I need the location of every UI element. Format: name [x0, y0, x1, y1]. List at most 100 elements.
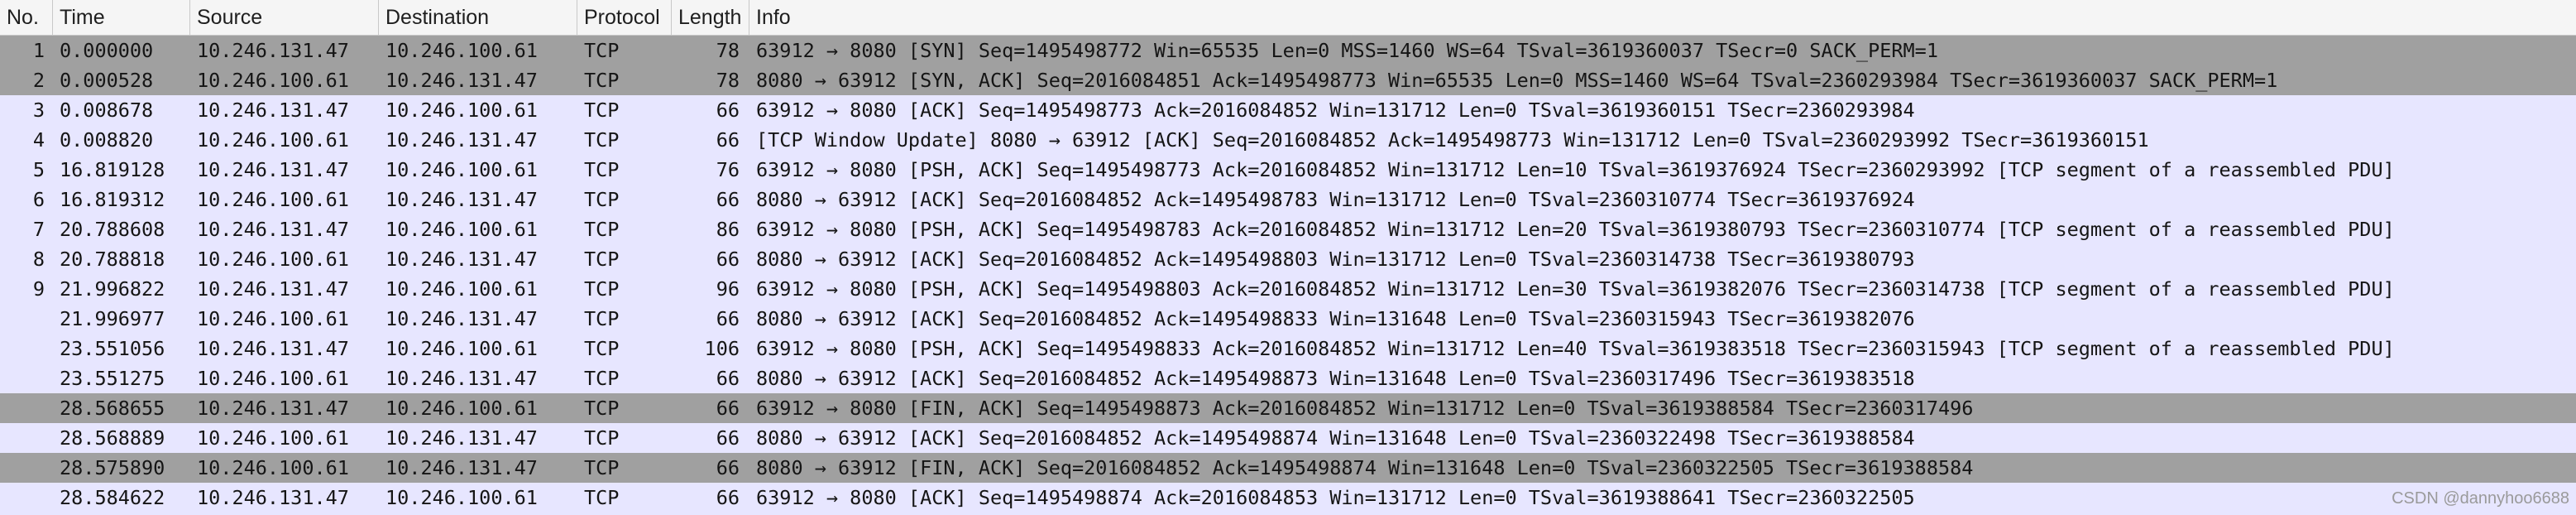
packet-time: 21.996822	[60, 277, 165, 301]
packet-destination: 10.246.100.61	[385, 158, 538, 181]
packet-time: 16.819128	[60, 158, 165, 181]
column-header-no[interactable]: No.	[0, 0, 53, 35]
packet-destination: 10.246.131.47	[385, 188, 538, 211]
packet-protocol: TCP	[584, 99, 620, 122]
column-header-length[interactable]: Length	[672, 0, 749, 35]
packet-protocol: TCP	[584, 277, 620, 301]
packet-protocol: TCP	[584, 128, 620, 152]
column-header-time[interactable]: Time	[53, 0, 190, 35]
packet-time: 28.584622	[60, 486, 165, 509]
packet-time: 16.819312	[60, 188, 165, 211]
packet-length: 106	[704, 337, 740, 360]
packet-protocol: TCP	[584, 456, 620, 479]
packet-protocol: TCP	[584, 397, 620, 420]
packet-row[interactable]: 28.575890 10.246.100.61 10.246.131.47 TCP 66…	[0, 453, 2576, 483]
packet-info: 8080 → 63912 [ACK] Seq=2016084852 Ack=14…	[756, 307, 1915, 330]
packet-source: 10.246.131.47	[197, 486, 349, 509]
packet-source: 10.246.100.61	[197, 307, 349, 330]
packet-info: 63912 → 8080 [SYN] Seq=1495498772 Win=65…	[756, 39, 1938, 62]
packet-destination: 10.246.100.61	[385, 218, 538, 241]
packet-source: 10.246.131.47	[197, 277, 349, 301]
column-header-source[interactable]: Source	[190, 0, 379, 35]
packet-row[interactable]: 28.584622 10.246.131.47 10.246.100.61 TCP 66…	[0, 483, 2576, 513]
packet-source: 10.246.131.47	[197, 397, 349, 420]
packet-info: 63912 → 8080 [ACK] Seq=1495498773 Ack=20…	[756, 99, 1915, 122]
packet-info: 8080 → 63912 [ACK] Seq=2016084852 Ack=14…	[756, 367, 1915, 390]
packet-info: 63912 → 8080 [ACK] Seq=1495498874 Ack=20…	[756, 486, 1915, 509]
packet-length: 86	[716, 218, 740, 241]
packet-info: 8080 → 63912 [SYN, ACK] Seq=2016084851 A…	[756, 69, 2278, 92]
packet-row[interactable]: 8 20.788818 10.246.100.61 10.246.131.47 TCP 6…	[0, 244, 2576, 274]
packet-protocol: TCP	[584, 337, 620, 360]
packet-time: 0.000528	[60, 69, 154, 92]
packet-length: 66	[716, 248, 740, 271]
packet-length: 66	[716, 128, 740, 152]
packet-destination: 10.246.100.61	[385, 486, 538, 509]
packet-destination: 10.246.131.47	[385, 128, 538, 152]
packet-source: 10.246.100.61	[197, 426, 349, 450]
packet-length: 66	[716, 486, 740, 509]
packet-list: 1 0.000000 10.246.131.47 10.246.100.61 TCP 78…	[0, 36, 2576, 513]
packet-protocol: TCP	[584, 367, 620, 390]
packet-row[interactable]: 3 0.008678 10.246.131.47 10.246.100.61 TCP 66…	[0, 95, 2576, 125]
packet-row[interactable]: 4 0.008820 10.246.100.61 10.246.131.47 TCP 66…	[0, 125, 2576, 155]
packet-time: 0.000000	[60, 39, 154, 62]
packet-no: 6	[32, 188, 45, 211]
packet-source: 10.246.100.61	[197, 248, 349, 271]
packet-length: 66	[716, 456, 740, 479]
packet-info: 63912 → 8080 [PSH, ACK] Seq=1495498773 A…	[756, 158, 2395, 181]
column-header-info[interactable]: Info	[749, 0, 2576, 35]
packet-source: 10.246.131.47	[197, 158, 349, 181]
packet-row[interactable]: 28.568655 10.246.131.47 10.246.100.61 TCP 66…	[0, 393, 2576, 423]
packet-destination: 10.246.100.61	[385, 337, 538, 360]
packet-protocol: TCP	[584, 39, 620, 62]
packet-destination: 10.246.100.61	[385, 277, 538, 301]
packet-destination: 10.246.131.47	[385, 456, 538, 479]
packet-info: 8080 → 63912 [FIN, ACK] Seq=2016084852 A…	[756, 456, 1974, 479]
packet-source: 10.246.131.47	[197, 99, 349, 122]
packet-row[interactable]: 2 0.000528 10.246.100.61 10.246.131.47 TCP 78…	[0, 65, 2576, 95]
column-header-protocol[interactable]: Protocol	[577, 0, 672, 35]
packet-no: 1	[32, 39, 45, 62]
packet-source: 10.246.100.61	[197, 367, 349, 390]
packet-row[interactable]: 21.996977 10.246.100.61 10.246.131.47 TCP 66…	[0, 304, 2576, 334]
packet-length: 66	[716, 188, 740, 211]
packet-no: 2	[32, 69, 45, 92]
packet-length: 66	[716, 99, 740, 122]
packet-info: 63912 → 8080 [PSH, ACK] Seq=1495498803 A…	[756, 277, 2395, 301]
packet-info: 8080 → 63912 [ACK] Seq=2016084852 Ack=14…	[756, 426, 1915, 450]
column-header-destination[interactable]: Destination	[379, 0, 577, 35]
packet-time: 28.568889	[60, 426, 165, 450]
packet-row[interactable]: 23.551056 10.246.131.47 10.246.100.61 TCP 10…	[0, 334, 2576, 363]
packet-source: 10.246.100.61	[197, 456, 349, 479]
packet-row[interactable]: 1 0.000000 10.246.131.47 10.246.100.61 TCP 78…	[0, 36, 2576, 65]
packet-time: 28.575890	[60, 456, 165, 479]
packet-length: 78	[716, 39, 740, 62]
packet-protocol: TCP	[584, 218, 620, 241]
packet-no: 7	[32, 218, 45, 241]
packet-protocol: TCP	[584, 486, 620, 509]
packet-source: 10.246.100.61	[197, 188, 349, 211]
packet-no: 4	[32, 128, 45, 152]
packet-time: 23.551275	[60, 367, 165, 390]
packet-protocol: TCP	[584, 248, 620, 271]
packet-destination: 10.246.131.47	[385, 307, 538, 330]
packet-destination: 10.246.131.47	[385, 248, 538, 271]
packet-row[interactable]: 6 16.819312 10.246.100.61 10.246.131.47 TCP 6…	[0, 185, 2576, 214]
packet-protocol: TCP	[584, 158, 620, 181]
packet-length: 66	[716, 367, 740, 390]
packet-length: 66	[716, 397, 740, 420]
packet-no: 9	[32, 277, 45, 301]
packet-row[interactable]: 7 20.788608 10.246.131.47 10.246.100.61 TCP 8…	[0, 214, 2576, 244]
packet-info: 63912 → 8080 [PSH, ACK] Seq=1495498783 A…	[756, 218, 2395, 241]
packet-no: 8	[32, 248, 45, 271]
packet-row[interactable]: 5 16.819128 10.246.131.47 10.246.100.61 TCP 7…	[0, 155, 2576, 185]
packet-destination: 10.246.131.47	[385, 69, 538, 92]
packet-info: 63912 → 8080 [FIN, ACK] Seq=1495498873 A…	[756, 397, 1974, 420]
packet-source: 10.246.131.47	[197, 337, 349, 360]
packet-source: 10.246.100.61	[197, 69, 349, 92]
packet-time: 28.568655	[60, 397, 165, 420]
packet-row[interactable]: 9 21.996822 10.246.131.47 10.246.100.61 TCP 9…	[0, 274, 2576, 304]
packet-row[interactable]: 28.568889 10.246.100.61 10.246.131.47 TCP 66…	[0, 423, 2576, 453]
packet-row[interactable]: 23.551275 10.246.100.61 10.246.131.47 TCP 66…	[0, 363, 2576, 393]
